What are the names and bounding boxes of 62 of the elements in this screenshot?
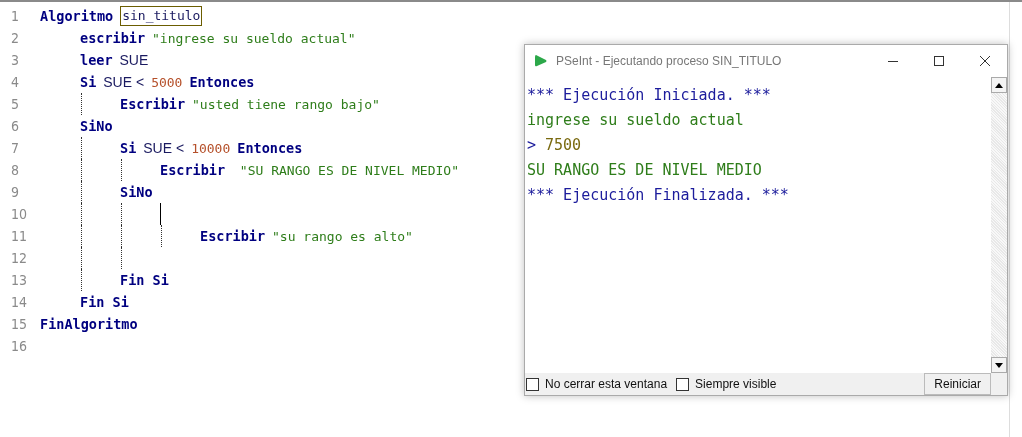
code-keyword: Entonces (237, 140, 303, 156)
console-line: ingrese su sueldo actual (527, 110, 744, 129)
console-line: *** Ejecución Iniciada. *** (527, 85, 771, 104)
indent-guide (81, 93, 82, 115)
line-number: 10 (10, 206, 29, 222)
scrollbar[interactable] (991, 77, 1007, 373)
line-number: 12 (10, 250, 29, 266)
code-number: 5000 (151, 74, 183, 90)
checkbox[interactable] (676, 377, 690, 391)
code-keyword: Fin Si (80, 294, 129, 310)
code-keyword: FinAlgoritmo (40, 316, 138, 332)
code-text: SUE (119, 52, 149, 68)
line-number: 14 (10, 294, 29, 310)
indent-guide (121, 159, 122, 181)
code-keyword: Si (80, 74, 97, 90)
code-string: "SU RANGO ES DE NIVEL MEDIO" (238, 162, 459, 178)
scroll-down-icon[interactable] (995, 362, 1003, 368)
input-prompt: > (527, 135, 537, 154)
code-keyword: Fin Si (120, 272, 169, 288)
line-number: 13 (10, 272, 29, 288)
code-string: "usted tiene rango bajo" (192, 96, 380, 112)
line-number: 9 (10, 184, 20, 200)
code-keyword: Algoritmo (40, 8, 114, 24)
console-line: *** Ejecución Finalizada. *** (527, 185, 789, 204)
line-number: 2 (10, 30, 20, 46)
code-keyword: leer (80, 52, 113, 68)
code-keyword: Escribir (120, 96, 186, 112)
line-number: 6 (10, 118, 20, 134)
line-number: 5 (10, 96, 20, 112)
code-number: 10000 (191, 140, 231, 156)
code-identifier: sin_titulo (120, 6, 203, 26)
line-number: 11 (10, 228, 29, 244)
checkbox-label: No cerrar esta ventana (545, 377, 668, 391)
line-number: 8 (10, 162, 20, 178)
code-string: "ingrese su sueldo actual" (152, 30, 356, 46)
console-line: SU RANGO ES DE NIVEL MEDIO (527, 160, 762, 179)
code-string: "su rango es alto" (272, 228, 413, 244)
close-icon[interactable] (979, 55, 991, 67)
line-number: 1 (10, 8, 20, 24)
line-number: 7 (10, 140, 20, 156)
line-number: 16 (10, 338, 29, 354)
code-keyword: Escribir (160, 162, 226, 178)
line-number: 15 (10, 316, 29, 332)
code-keyword: escribir (80, 30, 146, 46)
code-keyword: Escribir (200, 228, 266, 244)
code-text: SUE < (103, 74, 145, 90)
indent-guide (161, 225, 162, 247)
maximize-icon[interactable] (933, 55, 945, 67)
line-number: 4 (10, 74, 20, 90)
play-icon (534, 54, 548, 68)
code-keyword: SiNo (120, 184, 153, 200)
code-keyword: Entonces (189, 74, 255, 90)
line-number: 3 (10, 52, 20, 68)
code-keyword: SiNo (80, 118, 113, 134)
scroll-up-icon[interactable] (995, 82, 1003, 88)
code-text: SUE < (143, 140, 185, 156)
code-keyword: Si (120, 140, 137, 156)
input-value: 7500 (545, 135, 582, 154)
checkbox-label: Siempre visible (695, 377, 777, 391)
restart-button[interactable]: Reiniciar (924, 373, 991, 395)
checkbox[interactable] (526, 377, 539, 391)
window-title: PSeInt - Ejecutando proceso SIN_TITULO (556, 54, 782, 68)
